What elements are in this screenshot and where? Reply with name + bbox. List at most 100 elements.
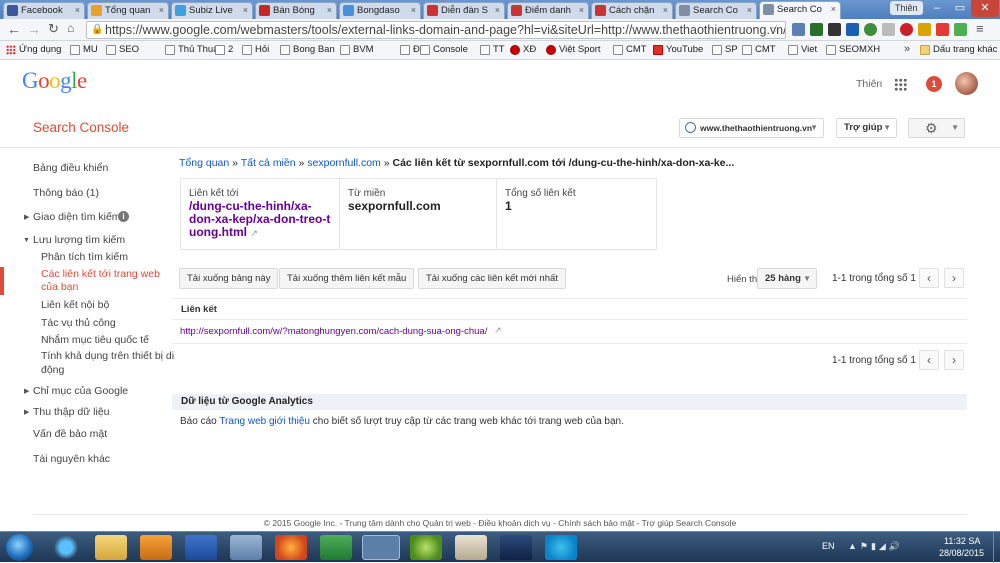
ext-icon[interactable] [864, 23, 877, 36]
menu-icon[interactable]: ≡ [976, 21, 984, 36]
bookmark-item[interactable]: TT [480, 44, 505, 55]
browser-tab[interactable]: Search Co × [759, 1, 841, 19]
language-indicator[interactable]: EN [822, 541, 835, 551]
ext-icon[interactable] [792, 23, 805, 36]
bookmark-item[interactable]: Ứng dụng [6, 44, 61, 55]
sidebar-item-internal-links[interactable]: Liên kết nội bộ [41, 299, 109, 311]
bookmark-item[interactable]: CMT [742, 44, 776, 55]
chrome-icon[interactable] [362, 535, 400, 560]
bookmarks-more[interactable]: » [904, 43, 910, 55]
ie-icon[interactable] [50, 535, 82, 560]
browser-tab[interactable]: Điểm danh × [507, 2, 589, 19]
app-icon[interactable] [410, 535, 442, 560]
google-logo[interactable]: Google [22, 68, 87, 94]
pinterest-icon[interactable] [900, 23, 913, 36]
skype-icon[interactable] [545, 535, 577, 560]
bookmark-item[interactable]: 2 [215, 44, 233, 55]
bookmark-item[interactable]: Viet [788, 44, 817, 55]
minimize-icon[interactable]: – [925, 0, 949, 17]
browser-tab[interactable]: Search Co × [675, 2, 757, 19]
excel-icon[interactable] [320, 535, 352, 560]
app-icon[interactable] [230, 535, 262, 560]
sidebar-item-google-index[interactable]: Chỉ mục của Google [33, 385, 128, 397]
apps-grid-icon[interactable] [894, 78, 907, 91]
sidebar-item-dashboard[interactable]: Bảng điều khiển [33, 162, 108, 174]
bookmark-item[interactable]: CMT [613, 44, 647, 55]
referrals-link[interactable]: Trang web giới thiệu [219, 416, 310, 427]
bookmark-item[interactable]: Hỏi [242, 44, 269, 55]
sidebar-item-mobile-usability[interactable]: Tính khả dụng trên thiết bị di [41, 350, 174, 362]
sidebar-item-links-to-site[interactable]: Các liên kết tới trang web [41, 268, 160, 280]
browser-tab[interactable]: Bongdaso × [339, 2, 421, 19]
start-button[interactable] [6, 534, 33, 561]
bookmark-item[interactable]: BVM [340, 44, 374, 55]
console-title[interactable]: Search Console [33, 120, 129, 135]
bookmark-item[interactable]: XĐ [510, 44, 536, 55]
tab-close-icon[interactable]: × [75, 3, 80, 18]
url-input[interactable]: 🔒 https://www.google.com/webmasters/tool… [86, 21, 786, 39]
home-icon[interactable]: ⌂ [67, 21, 74, 35]
bookmark-item[interactable]: MU [70, 44, 98, 55]
bookmark-item[interactable]: Việt Sport [546, 44, 601, 55]
download-latest-links-button[interactable]: Tải xuống các liên kết mới nhất [418, 268, 566, 289]
user-badge[interactable]: Thiên [890, 1, 923, 15]
browser-tab[interactable]: Bán Bóng × [255, 2, 337, 19]
settings-button[interactable]: ⚙ ▼ [908, 118, 965, 138]
sidebar-item-security[interactable]: Vấn đề bảo mật [33, 428, 107, 440]
tab-close-icon[interactable]: × [579, 3, 584, 18]
ext-icon[interactable] [918, 23, 931, 36]
star-icon[interactable]: ☆ [771, 22, 782, 36]
sidebar-item-crawl[interactable]: Thu thập dữ liệu [33, 406, 110, 418]
sidebar-item-messages[interactable]: Thông báo (1) [33, 187, 99, 199]
ext-icon[interactable] [846, 23, 859, 36]
bookmark-other[interactable]: Dấu trang khác [920, 44, 997, 55]
table-row-link[interactable]: http://sexpornfull.com/w/?matonghungyen.… [180, 326, 487, 337]
prev-page-button[interactable]: ‹ [919, 268, 939, 288]
bookmark-item[interactable]: SP [712, 44, 738, 55]
help-button[interactable]: Trợ giúp ▼ [836, 118, 897, 138]
download-table-button[interactable]: Tải xuống bảng này [179, 268, 279, 289]
ext-icon[interactable] [882, 23, 895, 36]
reload-icon[interactable]: ↻ [48, 21, 59, 37]
explorer-icon[interactable] [95, 535, 127, 560]
notification-badge[interactable]: 1 [926, 76, 942, 92]
close-icon[interactable]: ✕ [971, 0, 999, 17]
next-page-button[interactable]: › [944, 268, 964, 288]
sidebar-item-search-traffic[interactable]: Lưu lượng tìm kiếm [33, 234, 125, 246]
user-name[interactable]: Thiên [856, 78, 882, 90]
ext-icon[interactable] [810, 23, 823, 36]
firefox-icon[interactable] [275, 535, 307, 560]
sidebar-item-search-analytics[interactable]: Phân tích tìm kiếm [41, 251, 128, 263]
ext-icon[interactable] [954, 23, 967, 36]
sidebar-item-manual-actions[interactable]: Tác vụ thủ công [41, 317, 116, 329]
media-icon[interactable] [140, 535, 172, 560]
browser-tab[interactable]: Diễn đàn S × [423, 2, 505, 19]
bookmark-item[interactable]: SEOMXH [826, 44, 880, 55]
tab-close-icon[interactable]: × [831, 2, 836, 17]
browser-tab[interactable]: Facebook × [3, 2, 85, 19]
photoshop-icon[interactable] [500, 535, 532, 560]
back-icon[interactable]: ← [7, 21, 21, 37]
sidebar-item-links-to-site-line2[interactable]: của bạn [41, 281, 78, 293]
clock-time[interactable]: 11:32 SA [944, 536, 980, 546]
tab-close-icon[interactable]: × [495, 3, 500, 18]
show-desktop-button[interactable] [993, 532, 1000, 563]
maximize-icon[interactable]: ▭ [949, 0, 971, 17]
paint-icon[interactable] [455, 535, 487, 560]
ext-icon[interactable] [828, 23, 841, 36]
prev-page-button-bottom[interactable]: ‹ [919, 350, 939, 370]
tab-close-icon[interactable]: × [243, 3, 248, 18]
target-link[interactable]: /dung-cu-the-hinh/xa- don-xa-kep/xa-don-… [189, 200, 339, 240]
bookmark-item[interactable]: Console [420, 44, 468, 55]
tab-close-icon[interactable]: × [327, 3, 332, 18]
tab-close-icon[interactable]: × [663, 3, 668, 18]
word-icon[interactable] [185, 535, 217, 560]
rows-per-page-select[interactable]: 25 hàng ▼ [757, 268, 817, 289]
tab-close-icon[interactable]: × [747, 3, 752, 18]
browser-tab[interactable]: Tổng quan × [87, 2, 169, 19]
breadcrumb-all-domains[interactable]: Tất cả miền [241, 157, 296, 169]
browser-tab[interactable]: Subiz Live × [171, 2, 253, 19]
forward-icon[interactable]: → [27, 21, 41, 37]
tray-icons[interactable]: ▲⚑▮◢🔊 [848, 541, 903, 552]
sidebar-item-mobile-usability-line2[interactable]: động [41, 364, 64, 376]
